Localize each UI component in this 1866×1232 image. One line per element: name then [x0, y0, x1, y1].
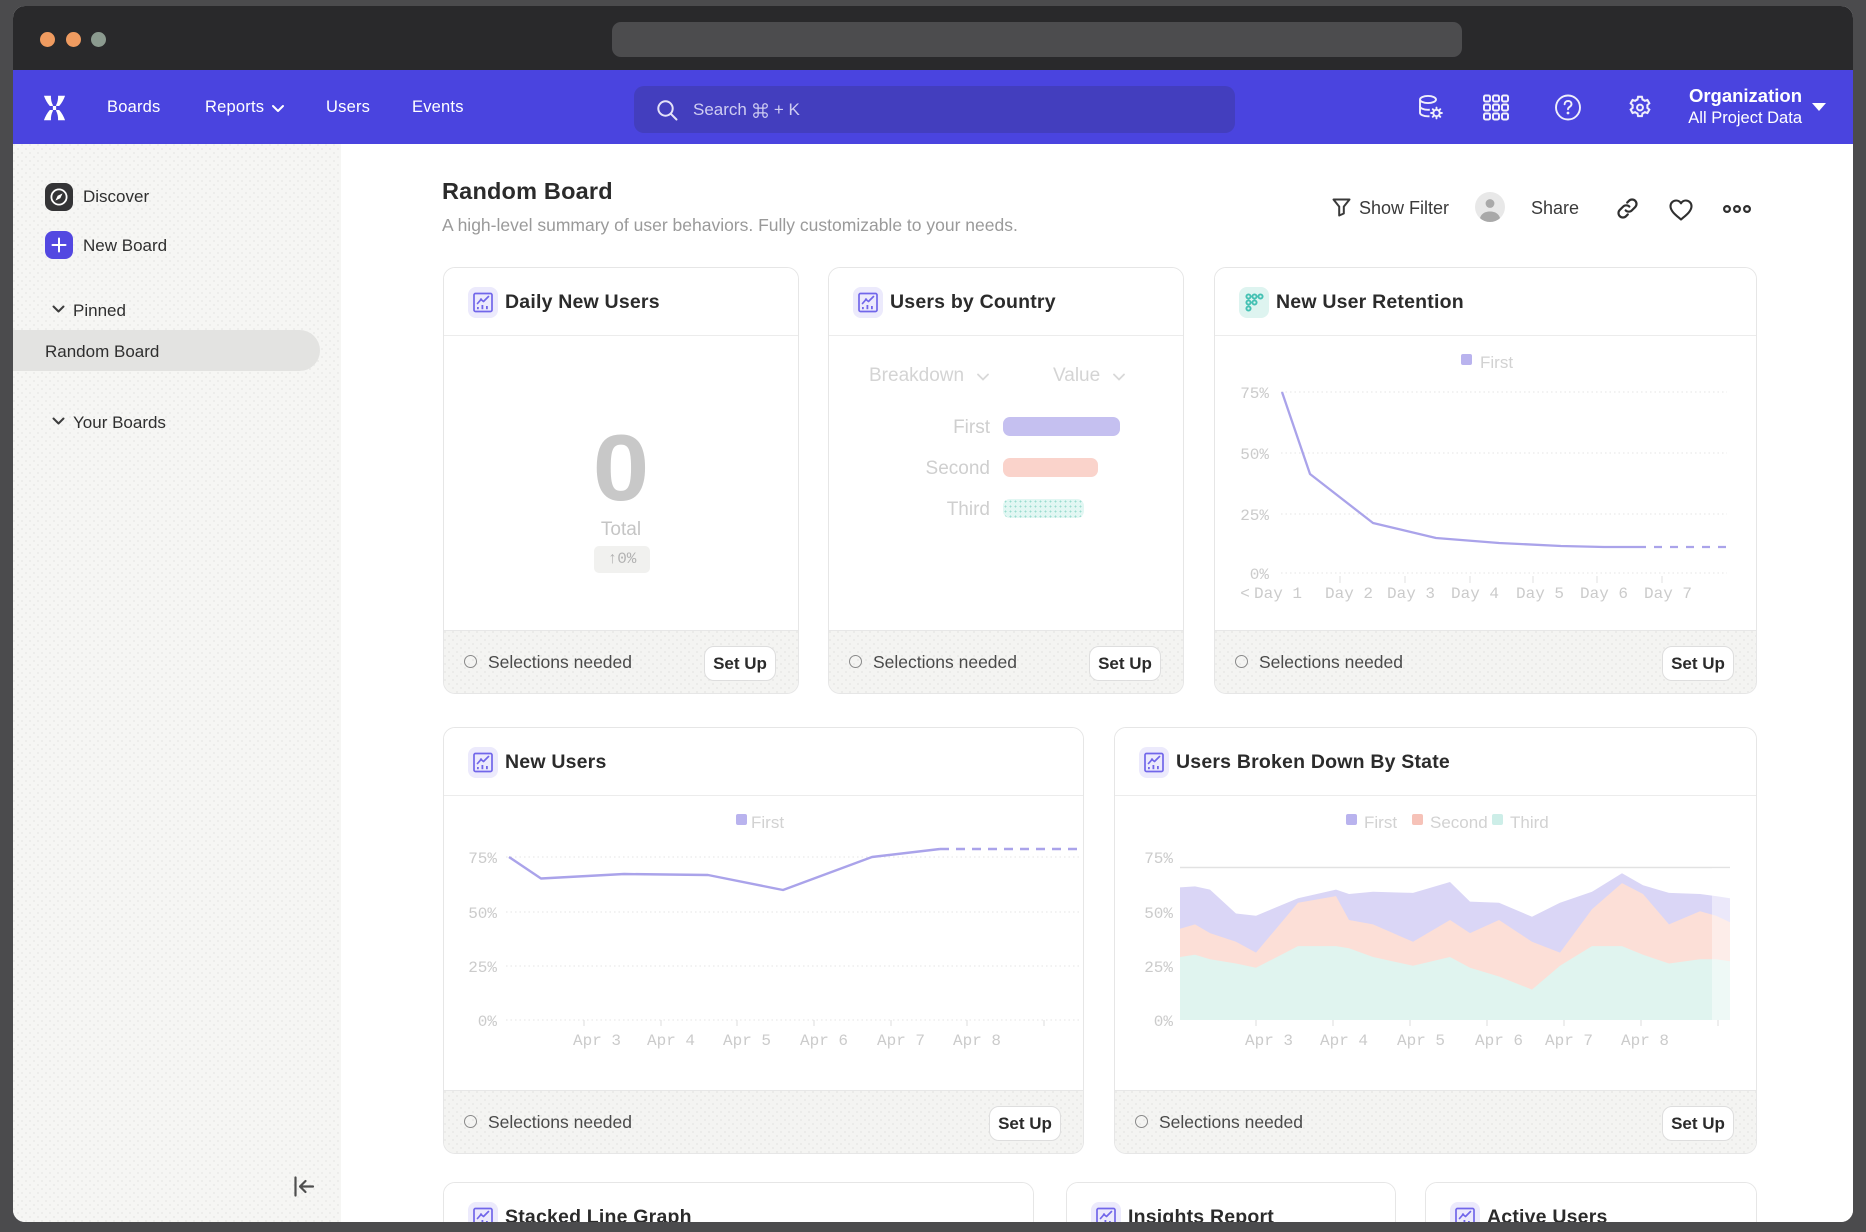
svg-text:0%: 0%	[1250, 566, 1270, 584]
svg-text:0%: 0%	[1154, 1013, 1174, 1031]
svg-text:Apr 6: Apr 6	[1475, 1032, 1523, 1050]
svg-text:75%: 75%	[1144, 850, 1173, 868]
svg-text:Apr 3: Apr 3	[1245, 1032, 1293, 1050]
svg-text:50%: 50%	[1144, 905, 1173, 923]
svg-text:Second: Second	[1430, 813, 1488, 832]
svg-text:25%: 25%	[1144, 959, 1173, 977]
svg-text:Day 6: Day 6	[1580, 585, 1628, 603]
svg-text:Day 7: Day 7	[1644, 585, 1692, 603]
svg-text:First: First	[1364, 813, 1397, 832]
svg-text:25%: 25%	[468, 959, 497, 977]
svg-text:Apr 7: Apr 7	[877, 1032, 925, 1050]
svg-text:Apr 7: Apr 7	[1545, 1032, 1593, 1050]
svg-text:Apr 3: Apr 3	[573, 1032, 621, 1050]
svg-text:<: <	[1240, 585, 1250, 603]
svg-text:Day 4: Day 4	[1451, 585, 1499, 603]
svg-text:Day 1: Day 1	[1254, 585, 1302, 603]
svg-text:50%: 50%	[1240, 446, 1269, 464]
svg-text:Day 3: Day 3	[1387, 585, 1435, 603]
svg-text:Apr 6: Apr 6	[800, 1032, 848, 1050]
svg-text:First: First	[1480, 353, 1513, 372]
svg-text:50%: 50%	[468, 905, 497, 923]
svg-text:Apr 5: Apr 5	[723, 1032, 771, 1050]
svg-text:Day 5: Day 5	[1516, 585, 1564, 603]
svg-text:First: First	[751, 813, 784, 832]
svg-text:Third: Third	[1510, 813, 1549, 832]
svg-text:Apr 5: Apr 5	[1397, 1032, 1445, 1050]
svg-text:Apr 8: Apr 8	[1621, 1032, 1669, 1050]
svg-text:25%: 25%	[1240, 507, 1269, 525]
svg-text:Apr 4: Apr 4	[647, 1032, 695, 1050]
svg-text:75%: 75%	[468, 850, 497, 868]
svg-text:Apr 4: Apr 4	[1320, 1032, 1368, 1050]
svg-text:0%: 0%	[478, 1013, 498, 1031]
svg-text:Day 2: Day 2	[1325, 585, 1373, 603]
svg-text:Apr 8: Apr 8	[953, 1032, 1001, 1050]
svg-text:75%: 75%	[1240, 385, 1269, 403]
